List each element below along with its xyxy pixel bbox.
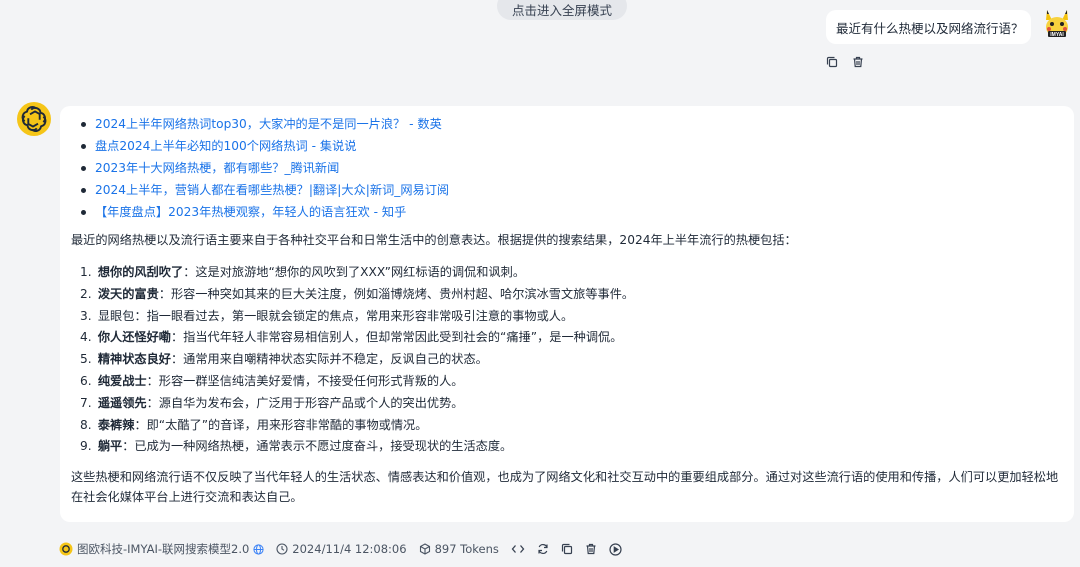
model-info: 图欧科技-IMYAI-联网搜索模型2.0 xyxy=(59,541,264,557)
copy-answer-icon[interactable] xyxy=(561,543,573,555)
timestamp: 2024/11/4 12:08:06 xyxy=(292,542,407,556)
meme-item: 7. 遥遥领先：源自华为发布会，广泛用于形容产品或个人的突出优势。 xyxy=(80,392,1060,414)
meme-item: 9. 躺平：已成为一种网络热梗，通常表示不愿过度奋斗，接受现状的生活态度。 xyxy=(80,435,1060,457)
model-name: 图欧科技-IMYAI-联网搜索模型2.0 xyxy=(77,542,250,556)
user-avatar-label: IMYAI xyxy=(1050,32,1064,38)
assistant-avatar xyxy=(17,102,51,136)
assistant-answer-card: 2024上半年网络热词top30，大家冲的是不是同一片浪？ - 数英 盘点202… xyxy=(60,106,1074,522)
meme-description: ：指当代年轻人非常容易相信别人，但却常常因此受到社会的“痛捶”，是一种调侃。 xyxy=(171,330,623,345)
fullscreen-button[interactable]: 点击进入全屏模式 xyxy=(497,0,627,20)
globe-icon xyxy=(253,543,264,555)
play-icon[interactable] xyxy=(609,542,622,556)
meme-description: ：形容一种突如其来的巨大关注度，例如淄博烧烤、贵州村超、哈尔滨冰雪文旅等事件。 xyxy=(158,286,635,301)
meme-number: 6. xyxy=(80,373,92,388)
copy-icon[interactable] xyxy=(825,55,839,69)
answer-summary: 这些热梗和网络流行语不仅反映了当代年轻人的生活状态、情感表达和价值观，也成为了网… xyxy=(71,470,1059,505)
meme-description: ：已成为一种网络热梗，通常表示不愿过度奋斗，接受现状的生活态度。 xyxy=(122,439,513,454)
answer-intro: 最近的网络热梗以及流行语主要来自于各种社交平台和日常生活中的创意表达。根据提供的… xyxy=(71,233,797,247)
meme-description: ：源自华为发布会，广泛用于形容产品或个人的突出优势。 xyxy=(146,395,464,410)
reference-item: 2024上半年网络热词top30，大家冲的是不是同一片浪？ - 数英 xyxy=(79,113,1060,135)
meme-list: 1. 想你的风刮吹了：这是对旅游地“想你的风吹到了XXX”网红标语的调侃和讽刺。… xyxy=(71,261,1060,457)
meme-item: 2. 泼天的富贵：形容一种突如其来的巨大关注度，例如淄博烧烤、贵州村超、哈尔滨冰… xyxy=(80,283,1060,305)
token-info: 897 Tokens xyxy=(419,542,499,556)
reference-link[interactable]: 【年度盘点】2023年热梗观察，年轻人的语言狂欢 - 知乎 xyxy=(95,205,406,219)
meme-term: 精神状态良好 xyxy=(97,352,171,367)
meme-term: 躺平 xyxy=(97,439,123,454)
token-count: 897 Tokens xyxy=(434,542,499,556)
user-message-actions xyxy=(825,55,865,69)
cube-icon xyxy=(419,543,431,555)
reference-item: 【年度盘点】2023年热梗观察，年轻人的语言狂欢 - 知乎 xyxy=(79,201,1060,223)
meme-term: 你人还怪好嘞 xyxy=(97,330,171,345)
meme-number: 9. xyxy=(80,439,92,454)
answer-footer: 图欧科技-IMYAI-联网搜索模型2.0 2024/11/4 12:08:06 … xyxy=(59,540,622,558)
reference-item: 盘点2024上半年必知的100个网络热词 - 集说说 xyxy=(79,135,1060,157)
meme-description: ：通常用来自嘲精神状态实际并不稳定，反讽自己的状态。 xyxy=(171,352,488,367)
regenerate-icon[interactable] xyxy=(537,543,549,555)
reference-item: 2024上半年，营销人都在看哪些热梗？|翻译|大众|新词_网易订阅 xyxy=(79,179,1060,201)
reference-item: 2023年十大网络热梗，都有哪些？_腾讯新闻 xyxy=(79,157,1060,179)
meme-term: 显眼包 xyxy=(97,308,135,323)
clock-icon xyxy=(276,543,288,555)
meme-term: 想你的风刮吹了 xyxy=(97,265,184,279)
meme-item: 6. 纯爱战士：形容一群坚信纯洁美好爱情，不接受任何形式背叛的人。 xyxy=(80,370,1060,392)
reference-link[interactable]: 盘点2024上半年必知的100个网络热词 - 集说说 xyxy=(95,139,356,153)
user-avatar: IMYAI xyxy=(1041,8,1073,40)
meme-item: 5. 精神状态良好：通常用来自嘲精神状态实际并不稳定，反讽自己的状态。 xyxy=(80,348,1060,370)
meme-description: ：指一眼看过去，第一眼就会锁定的焦点，常用来形容非常吸引注意的事物或人。 xyxy=(134,308,574,323)
meme-item: 1. 想你的风刮吹了：这是对旅游地“想你的风吹到了XXX”网红标语的调侃和讽刺。 xyxy=(80,261,1060,283)
meme-description: ：这是对旅游地“想你的风吹到了XXX”网红标语的调侃和讽刺。 xyxy=(183,265,526,279)
meme-number: 8. xyxy=(80,417,92,432)
meme-term: 泰裤辣 xyxy=(97,417,135,432)
meme-term: 泼天的富贵 xyxy=(97,286,159,301)
openai-logo-icon xyxy=(21,106,47,132)
meme-item: 8. 泰裤辣：即“太酷了”的音译，用来形容非常酷的事物或情况。 xyxy=(80,414,1060,436)
meme-term: 遥遥领先 xyxy=(97,395,147,410)
delete-answer-icon[interactable] xyxy=(585,543,597,555)
meme-description: ：形容一群坚信纯洁美好爱情，不接受任何形式背叛的人。 xyxy=(146,373,464,388)
meme-number: 1. xyxy=(80,265,92,279)
meme-number: 7. xyxy=(80,395,92,410)
model-logo-icon xyxy=(59,542,73,556)
reference-link[interactable]: 2024上半年网络热词top30，大家冲的是不是同一片浪？ - 数英 xyxy=(95,117,442,131)
meme-number: 3. xyxy=(80,308,92,323)
reference-link[interactable]: 2024上半年，营销人都在看哪些热梗？|翻译|大众|新词_网易订阅 xyxy=(95,183,449,197)
code-icon[interactable] xyxy=(511,543,525,555)
user-message-text: 最近有什么热梗以及网络流行语？ xyxy=(836,20,1024,36)
reference-link[interactable]: 2023年十大网络热梗，都有哪些？_腾讯新闻 xyxy=(95,161,339,175)
delete-icon[interactable] xyxy=(851,55,865,69)
meme-number: 4. xyxy=(80,330,92,345)
meme-term: 纯爱战士 xyxy=(97,373,147,388)
meme-item: 3. 显眼包：指一眼看过去，第一眼就会锁定的焦点，常用来形容非常吸引注意的事物或… xyxy=(80,305,1060,327)
meme-description: ：即“太酷了”的音译，用来形容非常酷的事物或情况。 xyxy=(134,417,428,432)
timestamp-info: 2024/11/4 12:08:06 xyxy=(276,542,407,556)
reference-list: 2024上半年网络热词top30，大家冲的是不是同一片浪？ - 数英 盘点202… xyxy=(71,113,1060,223)
user-message-bubble: 最近有什么热梗以及网络流行语？ xyxy=(826,10,1031,44)
meme-item: 4. 你人还怪好嘞：指当代年轻人非常容易相信别人，但却常常因此受到社会的“痛捶”… xyxy=(80,326,1060,348)
meme-number: 5. xyxy=(80,352,92,367)
meme-number: 2. xyxy=(80,286,92,301)
